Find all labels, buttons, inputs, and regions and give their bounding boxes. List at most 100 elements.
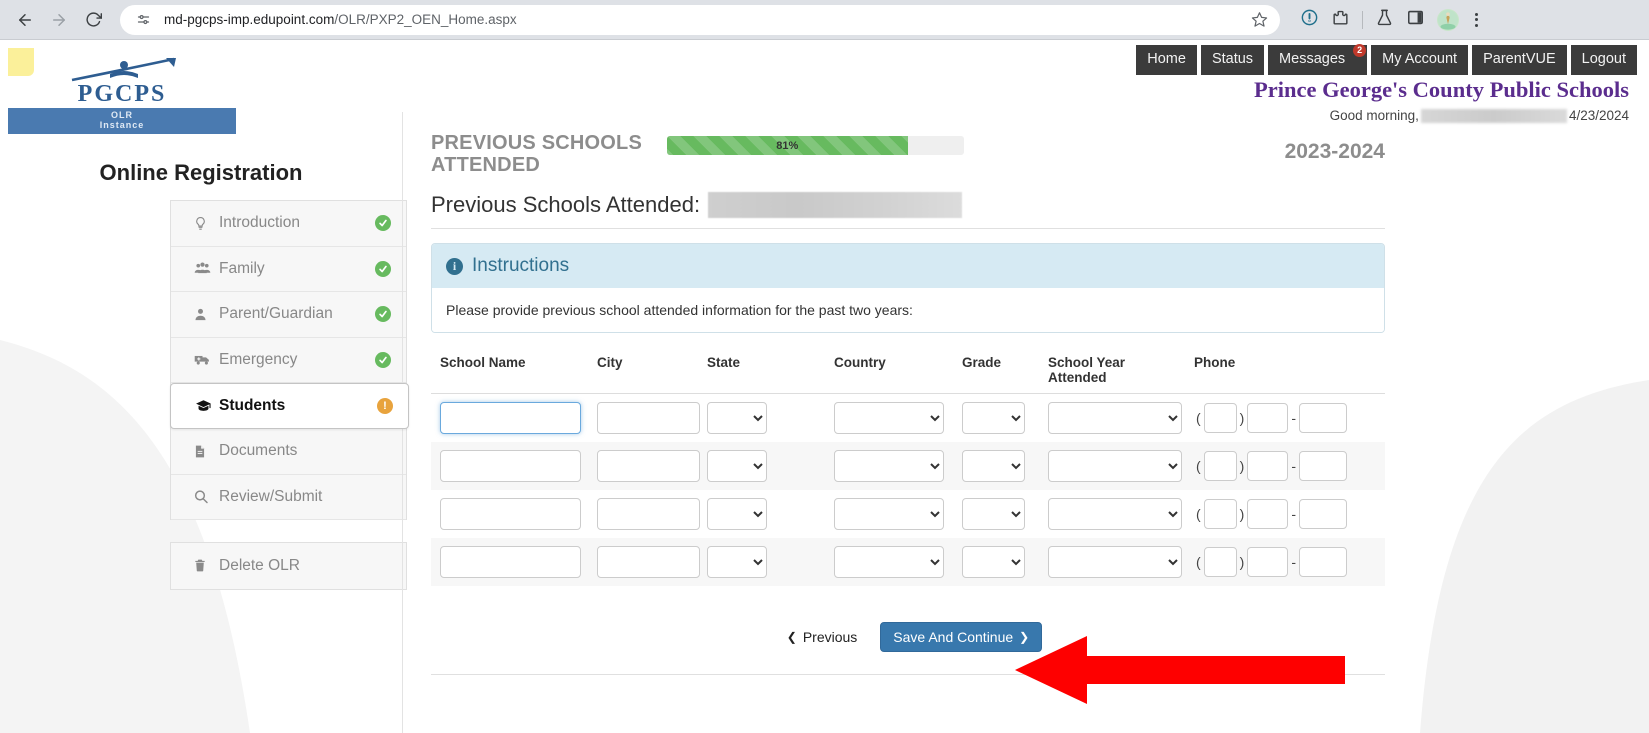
three-dot-menu-icon[interactable] [1471,13,1482,27]
back-icon[interactable] [10,5,40,35]
sidebar-item-family[interactable]: Family [171,247,406,293]
sidebar-nav-group-primary: Introduction Family [170,200,407,520]
school-name-input[interactable] [440,546,581,578]
phone-area-input[interactable] [1204,499,1237,529]
extensions-puzzle-icon[interactable] [1331,8,1350,32]
status-complete-icon [374,352,392,368]
sidebar-item-emergency[interactable]: Emergency [171,338,406,384]
sidebar-item-label: Family [219,260,374,278]
table-row: ( ) - [431,538,1385,586]
topnav-my-account[interactable]: My Account [1371,45,1468,75]
grade-select[interactable] [962,498,1025,530]
grade-select[interactable] [962,546,1025,578]
forward-icon[interactable] [44,5,74,35]
state-select[interactable] [707,498,767,530]
url-host: md-pgcps-imp.edupoint.com [164,12,334,27]
topnav-messages[interactable]: Messages2 [1268,45,1367,75]
toolbar-divider [1362,11,1363,29]
reload-icon[interactable] [78,5,108,35]
sidebar-item-documents[interactable]: Documents [171,429,406,475]
city-input[interactable] [597,450,700,482]
topnav-status[interactable]: Status [1201,45,1264,75]
city-input[interactable] [597,498,700,530]
yellow-marker [8,48,34,76]
browser-toolbar: md-pgcps-imp.edupoint.com/OLR/PXP2_OEN_H… [0,0,1649,40]
sidebar-item-introduction[interactable]: Introduction [171,201,406,247]
school-year-attended-select[interactable] [1048,402,1182,434]
phone-dash: - [1289,410,1298,426]
column-header-state: State [698,355,825,385]
table-row: ( ) - [431,442,1385,490]
city-input[interactable] [597,402,700,434]
school-year-attended-select[interactable] [1048,546,1182,578]
phone-area-input[interactable] [1204,451,1237,481]
address-bar[interactable]: md-pgcps-imp.edupoint.com/OLR/PXP2_OEN_H… [120,5,1280,35]
graduation-cap-icon [193,398,219,415]
sidebar-item-review-submit[interactable]: Review/Submit [171,475,406,521]
table-row: ( ) - [431,394,1385,442]
lab-flask-icon[interactable] [1375,8,1394,32]
phone-prefix-input[interactable] [1247,547,1288,577]
browser-extensions [1288,8,1482,32]
phone-prefix-input[interactable] [1247,403,1288,433]
column-header-phone: Phone [1185,355,1345,385]
phone-open-paren: ( [1194,554,1203,570]
url-text: md-pgcps-imp.edupoint.com/OLR/PXP2_OEN_H… [164,12,517,27]
previous-button[interactable]: ❮ Previous [774,622,871,652]
phone-line-input[interactable] [1299,499,1347,529]
table-row: ( ) - [431,490,1385,538]
profile-avatar-icon[interactable] [1437,9,1459,31]
country-select[interactable] [834,498,944,530]
phone-prefix-input[interactable] [1247,499,1288,529]
phone-open-paren: ( [1194,458,1203,474]
password-manager-icon[interactable] [1300,8,1319,32]
phone-area-input[interactable] [1204,547,1237,577]
school-name-input[interactable] [440,498,581,530]
state-select[interactable] [707,546,767,578]
phone-field-group: ( ) - [1194,403,1347,433]
content-area: Online Registration Introduction Famil [0,112,1649,733]
url-path: /OLR/PXP2_OEN_Home.aspx [334,12,516,27]
phone-area-input[interactable] [1204,403,1237,433]
topnav-parentvue[interactable]: ParentVUE [1472,45,1567,75]
sidebar-item-parent-guardian[interactable]: Parent/Guardian [171,292,406,338]
redacted-student-name [708,192,962,218]
side-panel-icon[interactable] [1406,8,1425,32]
sidebar-item-delete-olr[interactable]: Delete OLR [171,543,406,589]
state-select[interactable] [707,402,767,434]
phone-close-paren: ) [1238,458,1247,474]
country-select[interactable] [834,450,944,482]
sidebar-item-label: Introduction [219,214,374,232]
phone-line-input[interactable] [1299,451,1347,481]
phone-open-paren: ( [1194,506,1203,522]
school-name-input[interactable] [440,450,581,482]
star-icon[interactable] [1251,11,1268,28]
phone-dash: - [1289,554,1298,570]
grade-select[interactable] [962,402,1025,434]
school-year-attended-select[interactable] [1048,450,1182,482]
phone-line-input[interactable] [1299,403,1347,433]
progress-bar: 81% [667,136,964,155]
state-select[interactable] [707,450,767,482]
lightbulb-icon [193,215,219,232]
school-name-input[interactable] [440,402,581,434]
sidebar-item-students[interactable]: Students ! [170,383,409,429]
country-select[interactable] [834,546,944,578]
page-header: PREVIOUS SCHOOLS ATTENDED 81% 2023-2024 [431,130,1403,192]
column-header-country: Country [825,355,953,385]
topnav-home[interactable]: Home [1136,45,1197,75]
grade-select[interactable] [962,450,1025,482]
instructions-body: Please provide previous school attended … [432,288,1384,332]
section-title: Previous Schools Attended: [431,192,700,218]
phone-prefix-input[interactable] [1247,451,1288,481]
school-year-attended-select[interactable] [1048,498,1182,530]
phone-line-input[interactable] [1299,547,1347,577]
site-settings-icon[interactable] [132,9,154,31]
status-complete-icon [374,306,392,322]
topnav-logout[interactable]: Logout [1571,45,1637,75]
city-input[interactable] [597,546,700,578]
country-select[interactable] [834,402,944,434]
save-and-continue-label: Save And Continue [893,630,1013,644]
family-icon [193,260,219,277]
phone-field-group: ( ) - [1194,547,1347,577]
